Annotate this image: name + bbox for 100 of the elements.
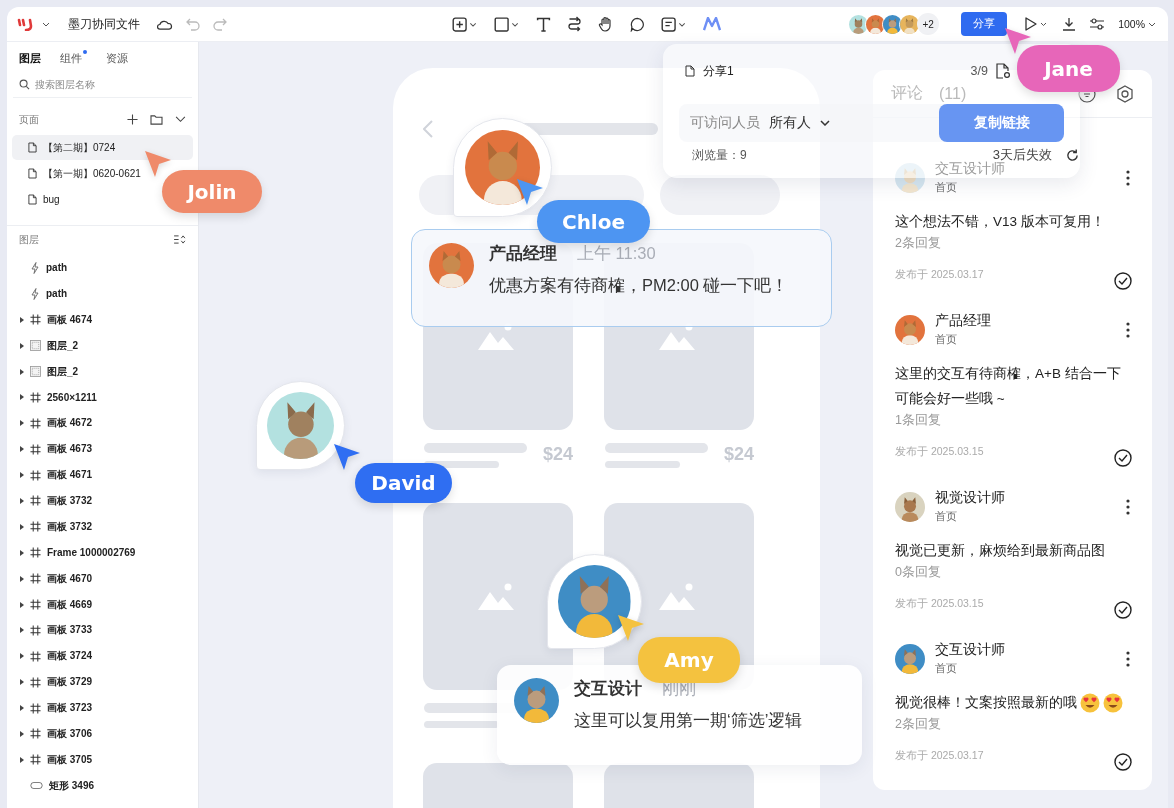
search-field[interactable]: 搜索图层名称 — [35, 79, 185, 90]
more-collaborators-count[interactable]: +2 — [917, 13, 940, 35]
resolve-check-icon[interactable] — [1114, 272, 1132, 290]
expand-arrow-icon[interactable] — [20, 420, 24, 427]
hand-icon[interactable] — [598, 16, 614, 32]
layer-item[interactable]: 画板 4673 — [20, 436, 198, 463]
comment-count: (11) — [939, 84, 967, 103]
frame-icon — [30, 547, 41, 559]
add-frame-icon[interactable] — [452, 16, 478, 32]
more-icon[interactable] — [1126, 498, 1130, 515]
expand-arrow-icon[interactable] — [20, 472, 24, 479]
layer-item[interactable]: path — [20, 280, 198, 307]
expand-arrow-icon[interactable] — [20, 446, 24, 453]
comment-page[interactable]: 首页 — [935, 332, 957, 347]
resolve-check-icon[interactable] — [1114, 601, 1132, 619]
sidebar-tab[interactable]: 图层 — [19, 50, 41, 66]
layer-item[interactable]: 画板 3723 — [20, 695, 198, 722]
note-icon[interactable] — [661, 16, 687, 32]
expand-arrow-icon[interactable] — [20, 368, 24, 375]
text-icon[interactable] — [536, 16, 551, 32]
page-item[interactable]: 【第二期】0724 — [12, 135, 193, 160]
layer-item[interactable]: 图层_2 — [20, 332, 198, 359]
layer-item[interactable]: 画板 3732 — [20, 488, 198, 514]
sidebar-tab[interactable]: 资源 — [106, 50, 128, 66]
layer-item[interactable]: 画板 3705 — [20, 746, 198, 773]
expand-arrow-icon[interactable] — [20, 497, 24, 504]
page-item[interactable]: bug — [12, 187, 60, 212]
layer-item[interactable]: 画板 4671 — [20, 462, 198, 488]
layer-item[interactable]: 矩形 3496 — [20, 772, 198, 799]
resolve-check-icon[interactable] — [1114, 449, 1132, 467]
layer-item[interactable]: path — [20, 255, 198, 281]
layer-item[interactable]: 画板 3724 — [20, 643, 198, 670]
frame-icon — [30, 495, 41, 507]
expand-arrow-icon[interactable] — [20, 730, 24, 737]
resolve-check-icon[interactable] — [1114, 753, 1132, 771]
comment-page[interactable]: 首页 — [935, 180, 957, 195]
layer-item[interactable]: 2560×1211 — [20, 384, 198, 411]
document-settings-icon[interactable] — [996, 63, 1010, 79]
layer-item[interactable]: 画板 4670 — [20, 565, 198, 592]
layer-item[interactable]: 画板 3733 — [20, 617, 198, 644]
comment-icon[interactable] — [630, 16, 645, 32]
lightning-icon — [30, 261, 40, 274]
comment-page[interactable]: 首页 — [935, 509, 957, 524]
expand-arrow-icon[interactable] — [20, 679, 24, 686]
expand-arrow-icon[interactable] — [20, 523, 24, 530]
frame-icon — [30, 521, 41, 533]
settings-icon[interactable] — [1089, 17, 1106, 31]
caret-icon[interactable] — [1148, 21, 1156, 27]
layer-item[interactable]: 画板 3729 — [20, 669, 198, 696]
layer-item[interactable]: 画板 3706 — [20, 721, 198, 747]
settings-icon[interactable] — [1116, 84, 1134, 103]
sort-icon[interactable] — [173, 235, 186, 244]
layer-item[interactable]: 画板 3732 — [20, 513, 198, 540]
refresh-icon[interactable] — [1066, 148, 1079, 162]
layer-item[interactable]: 画板 4674 — [20, 306, 198, 333]
cursor-name-tag: Jane — [1017, 45, 1120, 92]
page-item[interactable]: 【第一期】0620-0621 — [12, 161, 141, 186]
cursor-name-tag: David — [355, 463, 452, 503]
section-title: 图层 — [19, 232, 39, 247]
ai-logo-icon[interactable] — [703, 17, 721, 31]
add-icon[interactable] — [127, 114, 138, 125]
sidebar-tab[interactable]: 组件 — [60, 50, 82, 66]
avatar-pin[interactable] — [256, 381, 345, 470]
more-icon[interactable] — [1126, 169, 1130, 186]
expand-arrow-icon[interactable] — [20, 316, 24, 323]
comment-date: 发布于 2025.03.15 — [895, 597, 984, 611]
frame-icon — [30, 702, 41, 714]
search-icon[interactable] — [19, 79, 30, 90]
layer-item[interactable]: 画板 4672 — [20, 410, 198, 437]
layer-item[interactable]: 画板 4669 — [20, 591, 198, 618]
access-dropdown[interactable]: 所有人 — [769, 114, 811, 132]
caret-icon[interactable] — [42, 21, 50, 27]
connector-icon[interactable] — [567, 16, 582, 32]
expand-arrow-icon[interactable] — [20, 627, 24, 634]
cursor-name-tag: Chloe — [537, 200, 650, 243]
comment-author: 产品经理 — [935, 312, 991, 330]
expand-arrow-icon[interactable] — [20, 575, 24, 582]
expand-arrow-icon[interactable] — [20, 342, 24, 349]
more-icon[interactable] — [1126, 321, 1130, 338]
rectangle-icon[interactable] — [494, 16, 520, 32]
more-icon[interactable] — [1126, 650, 1130, 667]
share-button[interactable]: 分享 — [961, 12, 1008, 36]
file-title[interactable]: 墨刀协同文件 — [68, 16, 140, 32]
zoom-level[interactable]: 100% — [1118, 18, 1145, 30]
expand-arrow-icon[interactable] — [20, 756, 24, 763]
expand-arrow-icon[interactable] — [20, 705, 24, 712]
folder-icon[interactable] — [150, 114, 163, 125]
download-icon[interactable] — [1062, 17, 1077, 31]
expand-arrow-icon[interactable] — [20, 601, 24, 608]
chevron-down-icon[interactable] — [175, 116, 186, 123]
comment-page[interactable]: 首页 — [935, 661, 957, 676]
chevron-down-icon[interactable] — [820, 120, 830, 126]
expand-arrow-icon[interactable] — [20, 549, 24, 556]
access-label: 可访问人员 — [690, 114, 760, 132]
rounded-rectangle-icon — [30, 782, 43, 790]
expand-arrow-icon[interactable] — [20, 653, 24, 660]
layer-item[interactable]: Frame 1000002769 — [20, 539, 198, 566]
layer-item[interactable]: 图层_2 — [20, 358, 198, 385]
frame-icon — [30, 469, 41, 481]
expand-arrow-icon[interactable] — [20, 394, 24, 401]
